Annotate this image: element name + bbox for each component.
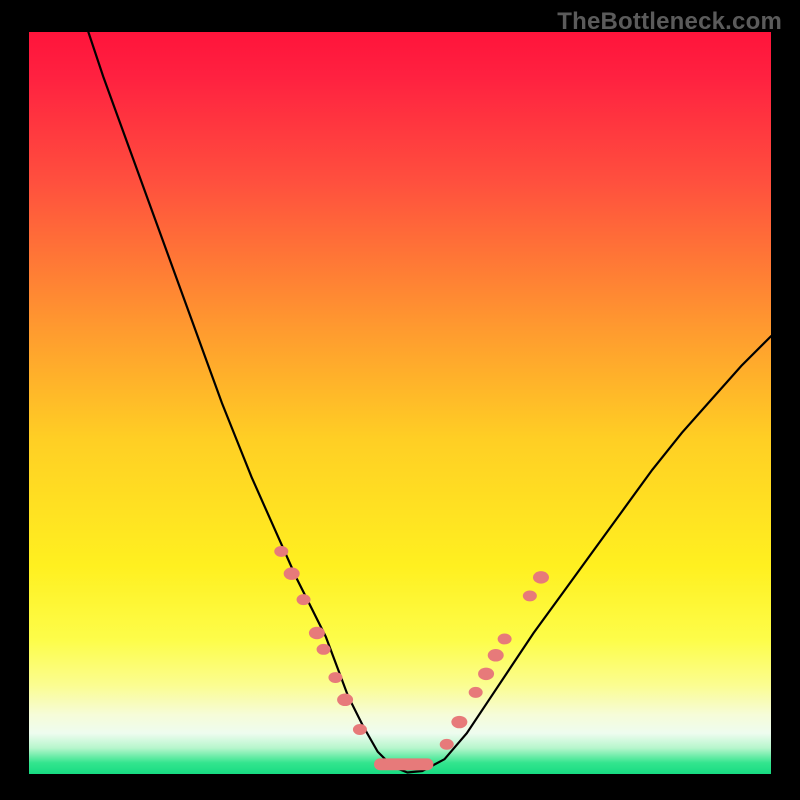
marker-left-5 [328, 672, 342, 683]
marker-right-7 [533, 571, 549, 583]
marker-left-7 [353, 724, 367, 735]
marker-left-2 [297, 594, 311, 605]
marker-right-1 [451, 716, 467, 728]
plot-area [29, 32, 771, 774]
app-frame: TheBottleneck.com [0, 0, 800, 800]
valley-bar [374, 758, 433, 770]
curve-path [88, 32, 771, 773]
bottleneck-curve [29, 32, 771, 774]
marker-right-5 [498, 633, 512, 644]
marker-right-2 [469, 687, 483, 698]
marker-right-3 [478, 668, 494, 680]
marker-right-6 [523, 590, 537, 601]
marker-left-1 [284, 567, 300, 579]
marker-left-0 [274, 546, 288, 557]
marker-left-4 [317, 644, 331, 655]
watermark-text: TheBottleneck.com [557, 8, 782, 36]
marker-right-0 [440, 739, 454, 750]
marker-left-3 [309, 627, 325, 639]
marker-right-4 [488, 649, 504, 661]
marker-left-6 [337, 694, 353, 706]
